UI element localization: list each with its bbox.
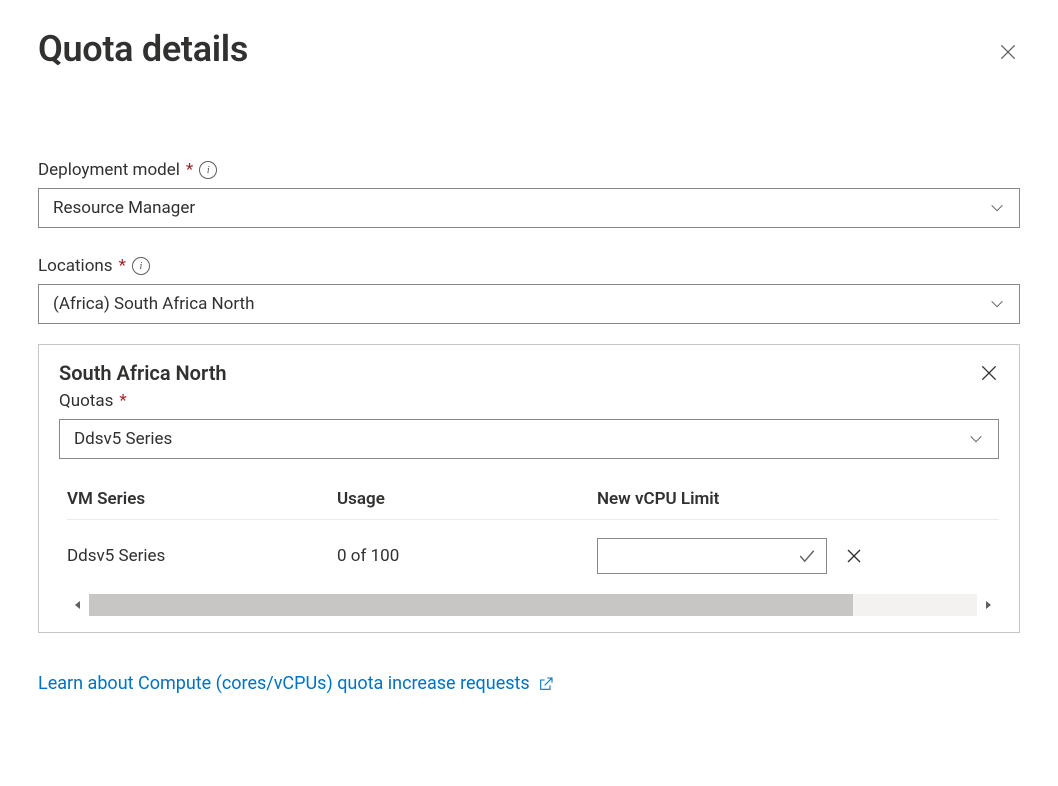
chevron-down-icon bbox=[968, 431, 984, 447]
quotas-value: Ddsv5 Series bbox=[74, 429, 172, 449]
deployment-model-value: Resource Manager bbox=[53, 198, 195, 218]
close-icon bbox=[998, 42, 1018, 62]
learn-more-link[interactable]: Learn about Compute (cores/vCPUs) quota … bbox=[38, 673, 554, 694]
quotas-dropdown[interactable]: Ddsv5 Series bbox=[59, 419, 999, 459]
row-usage: 0 of 100 bbox=[337, 546, 597, 566]
locations-dropdown[interactable]: (Africa) South Africa North bbox=[38, 284, 1020, 324]
scroll-thumb[interactable] bbox=[89, 594, 853, 616]
scroll-left-arrow[interactable] bbox=[67, 600, 89, 610]
required-indicator: * bbox=[186, 160, 193, 180]
row-series: Ddsv5 Series bbox=[67, 546, 337, 566]
remove-location-button[interactable] bbox=[979, 363, 999, 383]
col-header-limit: New vCPU Limit bbox=[597, 489, 999, 509]
horizontal-scrollbar[interactable] bbox=[67, 594, 999, 616]
locations-value: (Africa) South Africa North bbox=[53, 294, 254, 314]
required-indicator: * bbox=[119, 391, 126, 411]
close-panel-button[interactable] bbox=[996, 40, 1020, 64]
quotas-label: Quotas bbox=[59, 391, 113, 411]
remove-row-button[interactable] bbox=[845, 547, 863, 565]
location-card-title: South Africa North bbox=[59, 361, 227, 385]
new-vcpu-limit-input[interactable] bbox=[597, 538, 827, 574]
col-header-series: VM Series bbox=[67, 489, 337, 509]
location-card: South Africa North Quotas * Ddsv5 Series… bbox=[38, 344, 1020, 633]
external-link-icon bbox=[538, 676, 554, 692]
col-header-usage: Usage bbox=[337, 489, 597, 509]
triangle-right-icon bbox=[983, 600, 993, 610]
learn-more-text: Learn about Compute (cores/vCPUs) quota … bbox=[38, 673, 530, 694]
chevron-down-icon bbox=[989, 200, 1005, 216]
scroll-right-arrow[interactable] bbox=[977, 600, 999, 610]
deployment-model-dropdown[interactable]: Resource Manager bbox=[38, 188, 1020, 228]
info-icon[interactable]: i bbox=[132, 257, 150, 275]
info-icon[interactable]: i bbox=[199, 161, 217, 179]
page-title: Quota details bbox=[38, 28, 248, 70]
scroll-track[interactable] bbox=[89, 594, 977, 616]
deployment-model-label: Deployment model bbox=[38, 160, 180, 180]
checkmark-icon bbox=[798, 547, 816, 565]
triangle-left-icon bbox=[73, 600, 83, 610]
table-row: Ddsv5 Series 0 of 100 bbox=[67, 538, 999, 574]
required-indicator: * bbox=[119, 256, 126, 276]
chevron-down-icon bbox=[989, 296, 1005, 312]
locations-label: Locations bbox=[38, 256, 113, 276]
